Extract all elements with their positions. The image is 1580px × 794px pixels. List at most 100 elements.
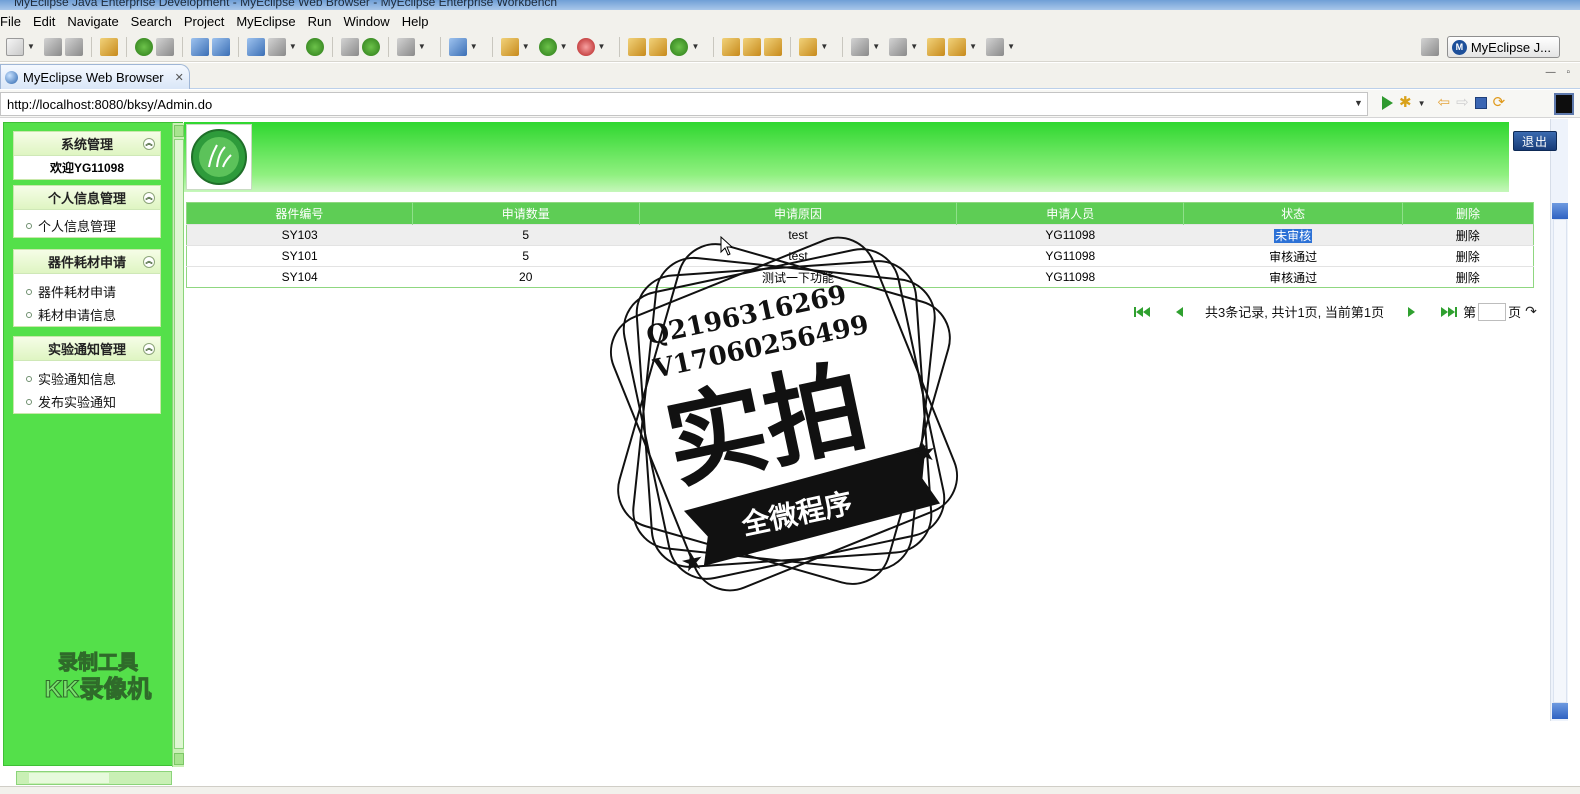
panel-header[interactable]: 系统管理 ︽	[14, 132, 160, 156]
stop-icon[interactable]	[1474, 97, 1487, 109]
next-annotation-dropdown-icon[interactable]: ▼	[872, 42, 880, 51]
panel-header[interactable]: 实验通知管理 ︽	[14, 337, 160, 361]
prev-annotation-dropdown-icon[interactable]: ▼	[910, 42, 918, 51]
debug-icon[interactable]	[500, 37, 519, 56]
open-perspective-icon[interactable]	[1420, 38, 1439, 56]
debug-dropdown-icon[interactable]: ▼	[522, 42, 530, 51]
server-icon[interactable]	[155, 37, 174, 56]
go-page-icon[interactable]: ↷	[1525, 303, 1537, 320]
globe-icon[interactable]	[305, 37, 324, 56]
refresh-icon[interactable]	[361, 37, 380, 56]
scroll-thumb[interactable]	[29, 773, 109, 783]
menu-help[interactable]: Help	[398, 14, 437, 29]
pencil-icon[interactable]	[743, 37, 762, 56]
task-icon[interactable]	[764, 37, 783, 56]
favorites-icon[interactable]: ✱	[1399, 95, 1412, 111]
prev-annotation-icon[interactable]	[889, 37, 908, 56]
url-history-dropdown-icon[interactable]: ▼	[1354, 98, 1363, 108]
back-icon[interactable]	[948, 37, 967, 56]
sidebar-item-apply-consumables[interactable]: 器件耗材申请	[14, 280, 160, 303]
new-icon[interactable]	[6, 37, 24, 56]
new-class-dropdown-icon[interactable]: ▼	[470, 42, 478, 51]
sidebar-item-consumables-info[interactable]: 耗材申请信息	[14, 303, 160, 326]
forward-icon[interactable]	[986, 37, 1005, 56]
build-icon[interactable]	[134, 37, 153, 56]
last-edit-icon[interactable]	[927, 37, 946, 56]
last-page-icon[interactable]	[1441, 306, 1458, 317]
camera-icon[interactable]	[396, 37, 415, 56]
folder-icon[interactable]	[799, 37, 818, 56]
save-icon[interactable]	[43, 37, 62, 56]
menu-search[interactable]: Search	[127, 14, 180, 29]
menu-navigate[interactable]: Navigate	[63, 14, 126, 29]
panel-header[interactable]: 个人信息管理 ︽	[14, 186, 160, 210]
refresh-page-icon[interactable]: ⟳	[1493, 95, 1506, 111]
open-icon[interactable]	[340, 37, 359, 56]
collapse-icon[interactable]: ︽	[143, 138, 155, 150]
menu-project[interactable]: Project	[180, 14, 232, 29]
wizard-icon[interactable]	[190, 37, 209, 56]
back-dropdown-icon[interactable]: ▼	[969, 42, 977, 51]
deploy-icon[interactable]	[246, 37, 265, 56]
sidebar-item-publish-notice[interactable]: 发布实验通知	[14, 390, 160, 413]
tab-web-browser[interactable]: MyEclipse Web Browser ✕	[0, 64, 190, 89]
page-number-input[interactable]	[1478, 302, 1507, 321]
menu-run[interactable]: Run	[304, 14, 340, 29]
menu-edit[interactable]: Edit	[29, 14, 63, 29]
sync-icon[interactable]	[670, 37, 689, 56]
menu-myeclipse[interactable]: MyEclipse	[232, 14, 303, 29]
first-page-icon[interactable]	[1134, 306, 1150, 317]
hierarchy-icon[interactable]	[649, 37, 668, 56]
panel-header[interactable]: 器件耗材申请 ︽	[14, 250, 160, 274]
new-class-icon[interactable]	[448, 37, 467, 56]
logout-button[interactable]: 退出	[1513, 131, 1557, 151]
scroll-thumb[interactable]	[174, 139, 184, 749]
scroll-up-button[interactable]	[1552, 203, 1568, 219]
left-horizontal-scrollbar[interactable]	[16, 771, 172, 785]
browser-console-icon[interactable]	[1554, 93, 1574, 115]
external-tools-icon[interactable]	[576, 37, 595, 56]
open-type-icon[interactable]	[628, 37, 647, 56]
external-tools-dropdown-icon[interactable]: ▼	[598, 42, 606, 51]
url-input[interactable]: http://localhost:8080/bksy/Admin.do	[0, 92, 1368, 116]
servers-dropdown-icon[interactable]: ▼	[289, 42, 297, 51]
delete-link[interactable]: 删除	[1402, 266, 1534, 288]
prev-page-icon[interactable]	[1176, 306, 1183, 317]
favorites-dropdown-icon[interactable]: ▼	[1418, 99, 1426, 108]
package-icon[interactable]	[99, 37, 118, 56]
scroll-thumb[interactable]	[1553, 219, 1567, 703]
delete-link[interactable]: 删除	[1402, 224, 1534, 246]
sidebar-item-notice-info[interactable]: 实验通知信息	[14, 367, 160, 390]
search-wizard-icon[interactable]	[211, 37, 230, 56]
next-annotation-icon[interactable]	[851, 37, 870, 56]
sidebar-item-personal-info[interactable]: 个人信息管理	[14, 214, 160, 237]
close-tab-icon[interactable]: ✕	[175, 71, 184, 84]
sync-dropdown-icon[interactable]: ▼	[691, 42, 699, 51]
servers-icon[interactable]	[267, 37, 286, 56]
run-dropdown-icon[interactable]: ▼	[560, 42, 568, 51]
collapse-icon[interactable]: ︽	[143, 256, 155, 268]
new-dropdown-icon[interactable]: ▼	[27, 42, 35, 51]
back-arrow-icon[interactable]: ⇦	[1438, 95, 1451, 111]
folder-open-icon[interactable]	[722, 37, 741, 56]
camera-dropdown-icon[interactable]: ▼	[418, 42, 426, 51]
collapse-icon[interactable]: ︽	[143, 192, 155, 204]
perspective-button[interactable]: M MyEclipse J...	[1446, 36, 1560, 58]
scroll-down-button[interactable]	[174, 753, 184, 765]
folder-dropdown-icon[interactable]: ▼	[820, 42, 828, 51]
forward-dropdown-icon[interactable]: ▼	[1007, 42, 1015, 51]
left-vertical-scrollbar[interactable]	[172, 123, 184, 767]
menu-file[interactable]: File	[0, 14, 29, 29]
scroll-up-button[interactable]	[174, 125, 184, 137]
delete-link[interactable]: 删除	[1402, 245, 1534, 267]
go-icon[interactable]	[1382, 96, 1393, 110]
view-controls[interactable]: — ▫	[1546, 67, 1574, 78]
status-text-selected[interactable]: 未审核	[1274, 228, 1313, 243]
scroll-down-button[interactable]	[1552, 703, 1568, 719]
next-page-icon[interactable]	[1408, 306, 1416, 317]
print-icon[interactable]	[64, 37, 83, 56]
run-icon[interactable]	[538, 37, 557, 56]
menu-window[interactable]: Window	[339, 14, 397, 29]
content-vertical-scrollbar[interactable]	[1550, 119, 1568, 721]
forward-arrow-icon[interactable]: ⇨	[1456, 95, 1469, 111]
